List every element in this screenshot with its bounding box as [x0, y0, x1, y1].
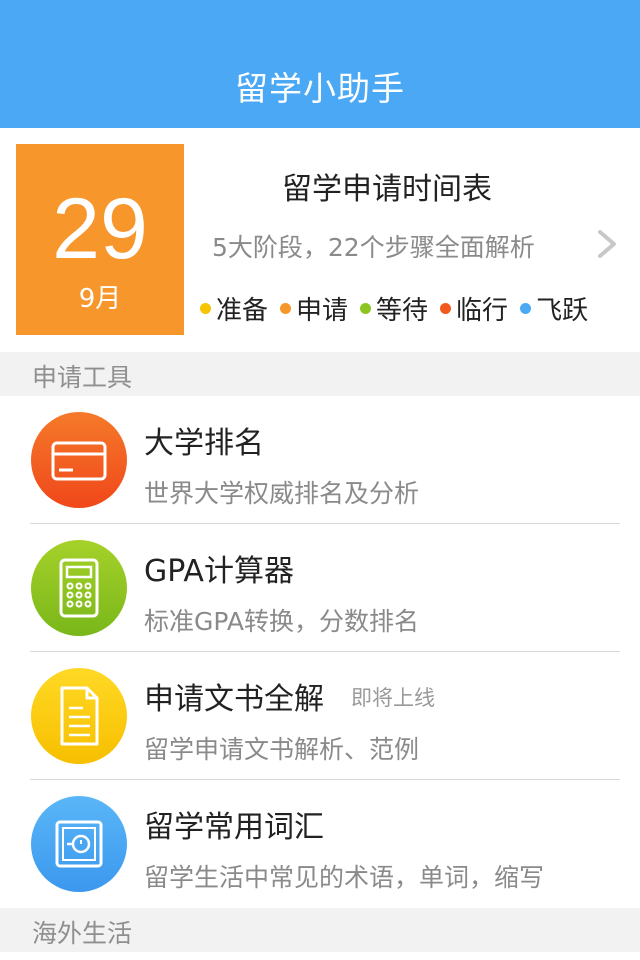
document-icon: [31, 668, 127, 764]
stage-dot: [360, 303, 372, 314]
section-title: 海外生活: [32, 919, 133, 948]
date-day: 29: [52, 181, 148, 277]
list-item-university-ranking[interactable]: 大学排名 世界大学权威排名及分析: [0, 396, 640, 524]
page-title: 留学小助手: [235, 69, 405, 108]
stage-dot: [280, 303, 292, 314]
stage-prepare: 准备: [200, 290, 268, 327]
item-description: 留学申请文书解析、范例: [144, 735, 420, 764]
stage-legend: 准备 申请 等待 临行 飞跃: [200, 290, 640, 327]
stage-fly: 飞跃: [520, 290, 588, 327]
stage-depart: 临行: [440, 290, 508, 327]
timeline-card[interactable]: 29 9月 留学申请时间表 5大阶段，22个步骤全面解析 准备 申请 等待 临行…: [0, 128, 640, 350]
item-description: 留学生活中常见的术语，单词，缩写: [144, 863, 545, 892]
date-badge: 29 9月: [16, 144, 184, 335]
stage-dot: [200, 303, 211, 314]
stage-label: 临行: [456, 296, 509, 326]
list-item-gpa-calculator[interactable]: GPA计算器 标准GPA转换，分数排名: [0, 524, 640, 652]
nav-bar: 留学小助手: [0, 0, 640, 128]
stage-dot: [440, 303, 452, 314]
section-header-tools: 申请工具: [0, 352, 640, 396]
item-title: 留学常用词汇: [144, 810, 324, 845]
item-description: 标准GPA转换，分数排名: [144, 607, 419, 636]
stage-label: 等待: [376, 296, 429, 326]
timeline-subtitle: 5大阶段，22个步骤全面解析: [212, 233, 535, 262]
date-month: 9月: [78, 284, 122, 314]
section-title: 申请工具: [32, 363, 133, 392]
calculator-icon: [31, 540, 127, 636]
item-title: GPA计算器: [144, 554, 294, 589]
item-description: 世界大学权威排名及分析: [144, 479, 420, 508]
list-item-vocabulary[interactable]: 留学常用词汇 留学生活中常见的术语，单词，缩写: [0, 780, 640, 908]
chevron-right-icon[interactable]: [592, 224, 622, 264]
coming-soon-tag: 即将上线: [351, 686, 435, 710]
item-title: 大学排名: [144, 426, 264, 461]
safe-icon: [31, 796, 127, 892]
list-item-essay-guide[interactable]: 申请文书全解 即将上线 留学申请文书解析、范例: [0, 652, 640, 780]
timeline-title: 留学申请时间表: [282, 172, 492, 207]
stage-apply: 申请: [280, 290, 348, 327]
stage-label: 申请: [296, 296, 349, 326]
card-icon: [31, 412, 127, 508]
stage-dot: [520, 303, 532, 314]
stage-label: 飞跃: [536, 296, 589, 326]
item-title: 申请文书全解: [144, 682, 324, 717]
section-header-life: 海外生活: [0, 908, 640, 952]
stage-label: 准备: [216, 296, 269, 326]
stage-wait: 等待: [360, 290, 428, 327]
